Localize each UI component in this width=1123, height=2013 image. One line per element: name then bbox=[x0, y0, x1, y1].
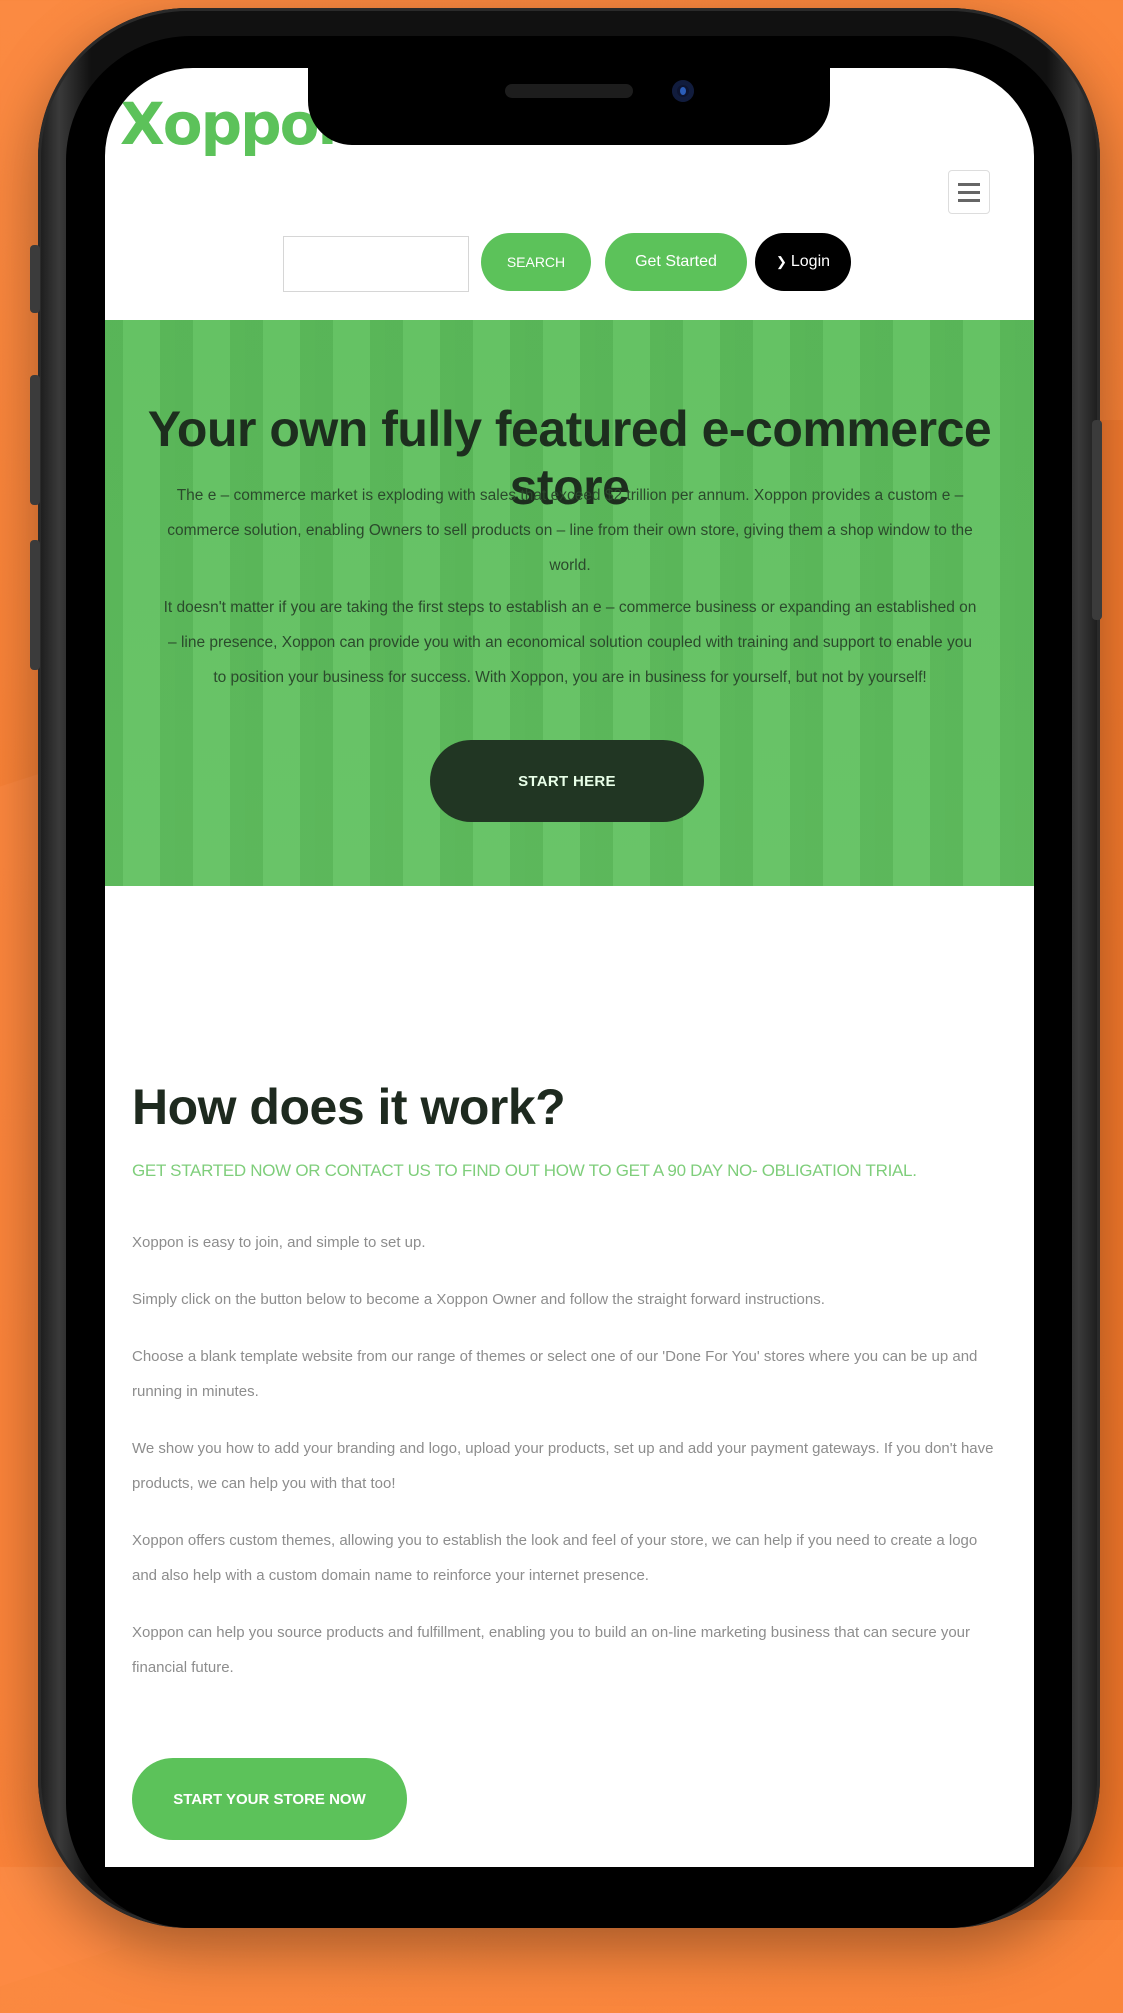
how-it-works-subtitle: GET STARTED NOW OR CONTACT US TO FIND OU… bbox=[132, 1161, 917, 1180]
menu-bar bbox=[958, 182, 980, 186]
hamburger-menu-icon[interactable] bbox=[948, 170, 990, 214]
phone-mute-button bbox=[30, 245, 40, 313]
how-it-works-list: Xoppon is easy to join, and simple to se… bbox=[132, 1225, 1002, 1707]
how-it-works-item: Xoppon can help you source products and … bbox=[132, 1624, 971, 1676]
menu-bar bbox=[958, 190, 980, 194]
search-button[interactable]: SEARCH bbox=[481, 233, 591, 291]
hero-paragraph-1: The e – commerce market is exploding wit… bbox=[167, 487, 973, 574]
how-it-works-item: We show you how to add your branding and… bbox=[132, 1440, 994, 1492]
sign-in-icon: ❯ bbox=[775, 254, 787, 269]
how-it-works-item: Simply click on the button below to beco… bbox=[132, 1291, 825, 1308]
how-it-works-item: Choose a blank template website from our… bbox=[132, 1348, 978, 1400]
phone-volume-up-button bbox=[30, 375, 40, 505]
phone-speaker bbox=[505, 84, 633, 98]
phone-volume-down-button bbox=[30, 540, 40, 670]
how-it-works-title: How does it work? bbox=[132, 1079, 566, 1135]
phone-power-button bbox=[1092, 420, 1102, 620]
how-it-works-item: Xoppon offers custom themes, allowing yo… bbox=[132, 1532, 978, 1584]
phone-camera bbox=[672, 80, 694, 102]
how-it-works-item: Xoppon is easy to join, and simple to se… bbox=[132, 1234, 426, 1251]
get-started-button[interactable]: Get Started bbox=[605, 233, 747, 291]
phone-notch bbox=[308, 68, 830, 145]
search-input[interactable] bbox=[283, 236, 469, 292]
login-button-label: Login bbox=[790, 253, 831, 270]
phone-screen: Xoppon SEARCH Get Started ❯ Login Your o… bbox=[105, 68, 1034, 1867]
start-your-store-button[interactable]: START YOUR STORE NOW bbox=[132, 1758, 407, 1840]
menu-bar bbox=[958, 198, 980, 202]
start-here-button[interactable]: START HERE bbox=[430, 740, 704, 822]
hero-paragraph-2: It doesn't matter if you are taking the … bbox=[163, 599, 977, 686]
login-button[interactable]: ❯ Login bbox=[755, 233, 851, 291]
hero-section: Your own fully featured e-commerce store… bbox=[105, 320, 1034, 886]
